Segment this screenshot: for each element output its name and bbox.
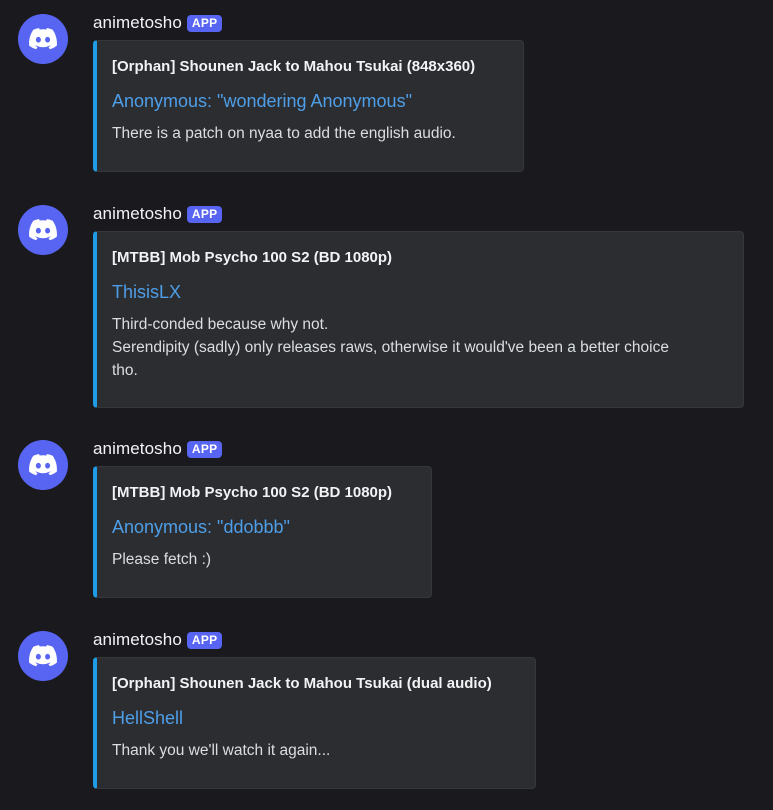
embed-author-link[interactable]: Anonymous: "wondering Anonymous" bbox=[112, 90, 507, 112]
username[interactable]: animetosho bbox=[93, 439, 182, 459]
discord-icon bbox=[29, 28, 57, 50]
discord-icon bbox=[29, 454, 57, 476]
message-header: animetosho APP bbox=[93, 438, 223, 460]
embed-author-link[interactable]: ThisisLX bbox=[112, 281, 727, 303]
embed: [Orphan] Shounen Jack to Mahou Tsukai (8… bbox=[93, 40, 524, 172]
embed-title: [MTBB] Mob Psycho 100 S2 (BD 1080p) bbox=[112, 484, 393, 501]
message-header: animetosho APP bbox=[93, 629, 223, 651]
avatar[interactable] bbox=[18, 631, 68, 681]
avatar[interactable] bbox=[18, 440, 68, 490]
app-badge: APP bbox=[186, 631, 223, 649]
discord-icon bbox=[29, 219, 57, 241]
embed-title: [Orphan] Shounen Jack to Mahou Tsukai (d… bbox=[112, 675, 492, 692]
embed: [MTBB] Mob Psycho 100 S2 (BD 1080p) Anon… bbox=[93, 466, 432, 598]
app-badge: APP bbox=[186, 14, 223, 32]
embed-author-link[interactable]: HellShell bbox=[112, 707, 519, 729]
discord-icon bbox=[29, 645, 57, 667]
embed-description: There is a patch on nyaa to add the engl… bbox=[112, 125, 456, 142]
message-header: animetosho APP bbox=[93, 203, 223, 225]
embed: [Orphan] Shounen Jack to Mahou Tsukai (d… bbox=[93, 657, 536, 789]
embed-title: [Orphan] Shounen Jack to Mahou Tsukai (8… bbox=[112, 58, 476, 75]
embed-description: Thank you we'll watch it again... bbox=[112, 742, 331, 759]
embed: [MTBB] Mob Psycho 100 S2 (BD 1080p) This… bbox=[93, 231, 744, 408]
embed-description: Third-conded because why not. Serendipit… bbox=[112, 316, 669, 379]
embed-description: Please fetch :) bbox=[112, 551, 212, 568]
username[interactable]: animetosho bbox=[93, 204, 182, 224]
embed-title: [MTBB] Mob Psycho 100 S2 (BD 1080p) bbox=[112, 249, 393, 266]
message-feed: animetosho APP [Orphan] Shounen Jack to … bbox=[0, 0, 773, 810]
avatar[interactable] bbox=[18, 14, 68, 64]
app-badge: APP bbox=[186, 440, 223, 458]
avatar[interactable] bbox=[18, 205, 68, 255]
embed-author-link[interactable]: Anonymous: "ddobbb" bbox=[112, 516, 415, 538]
app-badge: APP bbox=[186, 205, 223, 223]
message-header: animetosho APP bbox=[93, 12, 223, 34]
username[interactable]: animetosho bbox=[93, 13, 182, 33]
username[interactable]: animetosho bbox=[93, 630, 182, 650]
